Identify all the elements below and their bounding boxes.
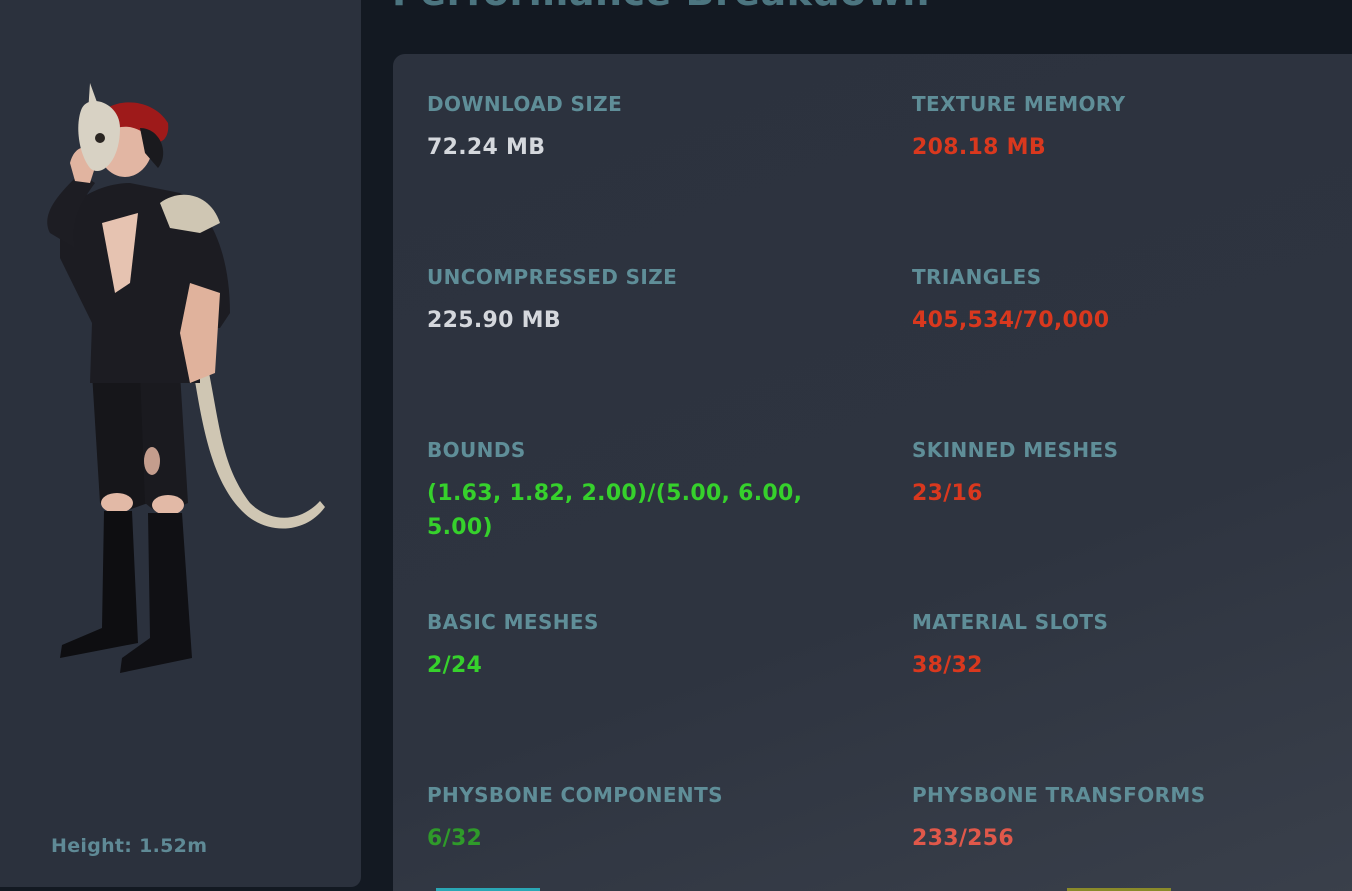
stat-label: TRIANGLES (912, 265, 1042, 289)
stat-triangles: TRIANGLES 405,534/70,000 (912, 265, 1352, 338)
stat-label: TEXTURE MEMORY (912, 92, 1126, 116)
avatar-model-image (47, 83, 325, 673)
stat-skinned-meshes: SKINNED MESHES 23/16 (912, 438, 1352, 511)
stat-download-size: DOWNLOAD SIZE 72.24 MB (427, 92, 867, 165)
stat-label: UNCOMPRESSED SIZE (427, 265, 678, 289)
stat-value: 6/32 (427, 826, 483, 851)
avatar-height-label: Height: 1.52m (51, 835, 208, 857)
stat-label: MATERIAL SLOTS (912, 610, 1109, 634)
stat-value: 2/24 (427, 653, 483, 678)
stat-label: SKINNED MESHES (912, 438, 1119, 462)
avatar-preview-panel: Height: 1.52m (0, 0, 361, 887)
stat-bounds: BOUNDS (1.63, 1.82, 2.00)/(5.00, 6.00, 5… (427, 438, 847, 545)
stat-physbone-transforms: PHYSBONE TRANSFORMS 233/256 (912, 783, 1352, 856)
stat-value: 225.90 MB (427, 308, 561, 333)
stat-label: BOUNDS (427, 438, 526, 462)
stat-material-slots: MATERIAL SLOTS 38/32 (912, 610, 1352, 683)
page-title: Performance Breakdown (392, 0, 930, 14)
stat-texture-memory: TEXTURE MEMORY 208.18 MB (912, 92, 1352, 165)
stat-physbone-components: PHYSBONE COMPONENTS 6/32 (427, 783, 867, 856)
stat-basic-meshes: BASIC MESHES 2/24 (427, 610, 867, 683)
stat-label: DOWNLOAD SIZE (427, 92, 623, 116)
stat-label: PHYSBONE COMPONENTS (427, 783, 723, 807)
stat-value: 233/256 (912, 826, 1014, 851)
stat-value: 208.18 MB (912, 135, 1046, 160)
stat-value: (1.63, 1.82, 2.00)/(5.00, 6.00, 5.00) (427, 481, 803, 540)
stat-label: BASIC MESHES (427, 610, 599, 634)
stat-value: 38/32 (912, 653, 983, 678)
stat-value: 23/16 (912, 481, 983, 506)
stat-value: 72.24 MB (427, 135, 546, 160)
stat-value: 405,534/70,000 (912, 308, 1110, 333)
stats-card: DOWNLOAD SIZE 72.24 MB TEXTURE MEMORY 20… (393, 54, 1352, 891)
stat-label: PHYSBONE TRANSFORMS (912, 783, 1206, 807)
performance-screen: Height: 1.52m Performance Breakdown DOWN… (0, 0, 1352, 891)
stat-uncompressed-size: UNCOMPRESSED SIZE 225.90 MB (427, 265, 867, 338)
